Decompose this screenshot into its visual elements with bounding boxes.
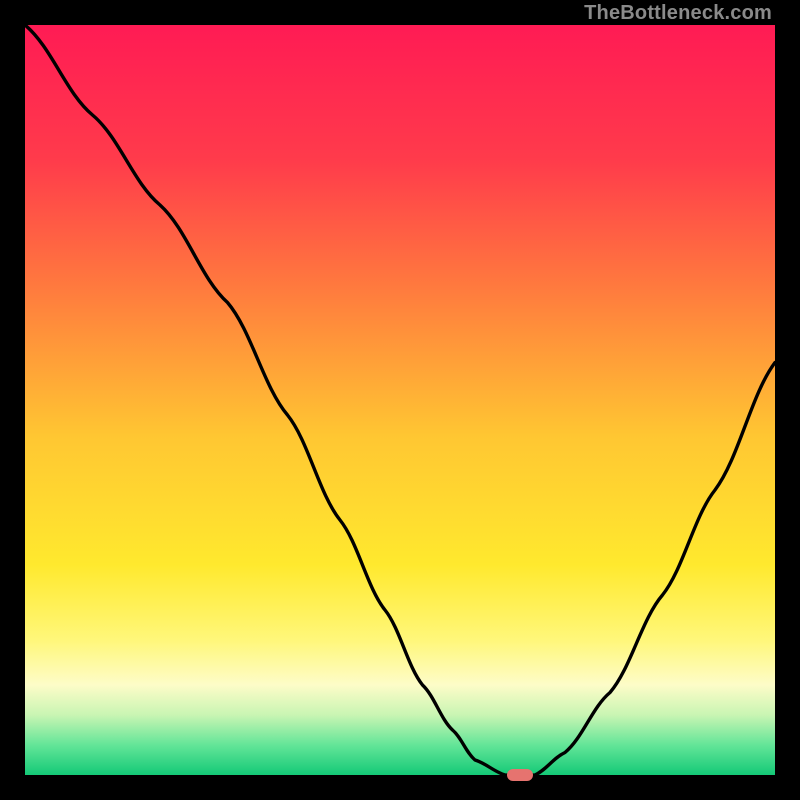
watermark-text: TheBottleneck.com <box>584 2 772 25</box>
bottleneck-curve-path <box>25 25 775 775</box>
bottleneck-curve-svg <box>25 25 775 775</box>
chart-outer-frame: TheBottleneck.com <box>0 0 800 800</box>
plot-area <box>25 25 775 775</box>
optimal-point-marker <box>507 769 533 781</box>
